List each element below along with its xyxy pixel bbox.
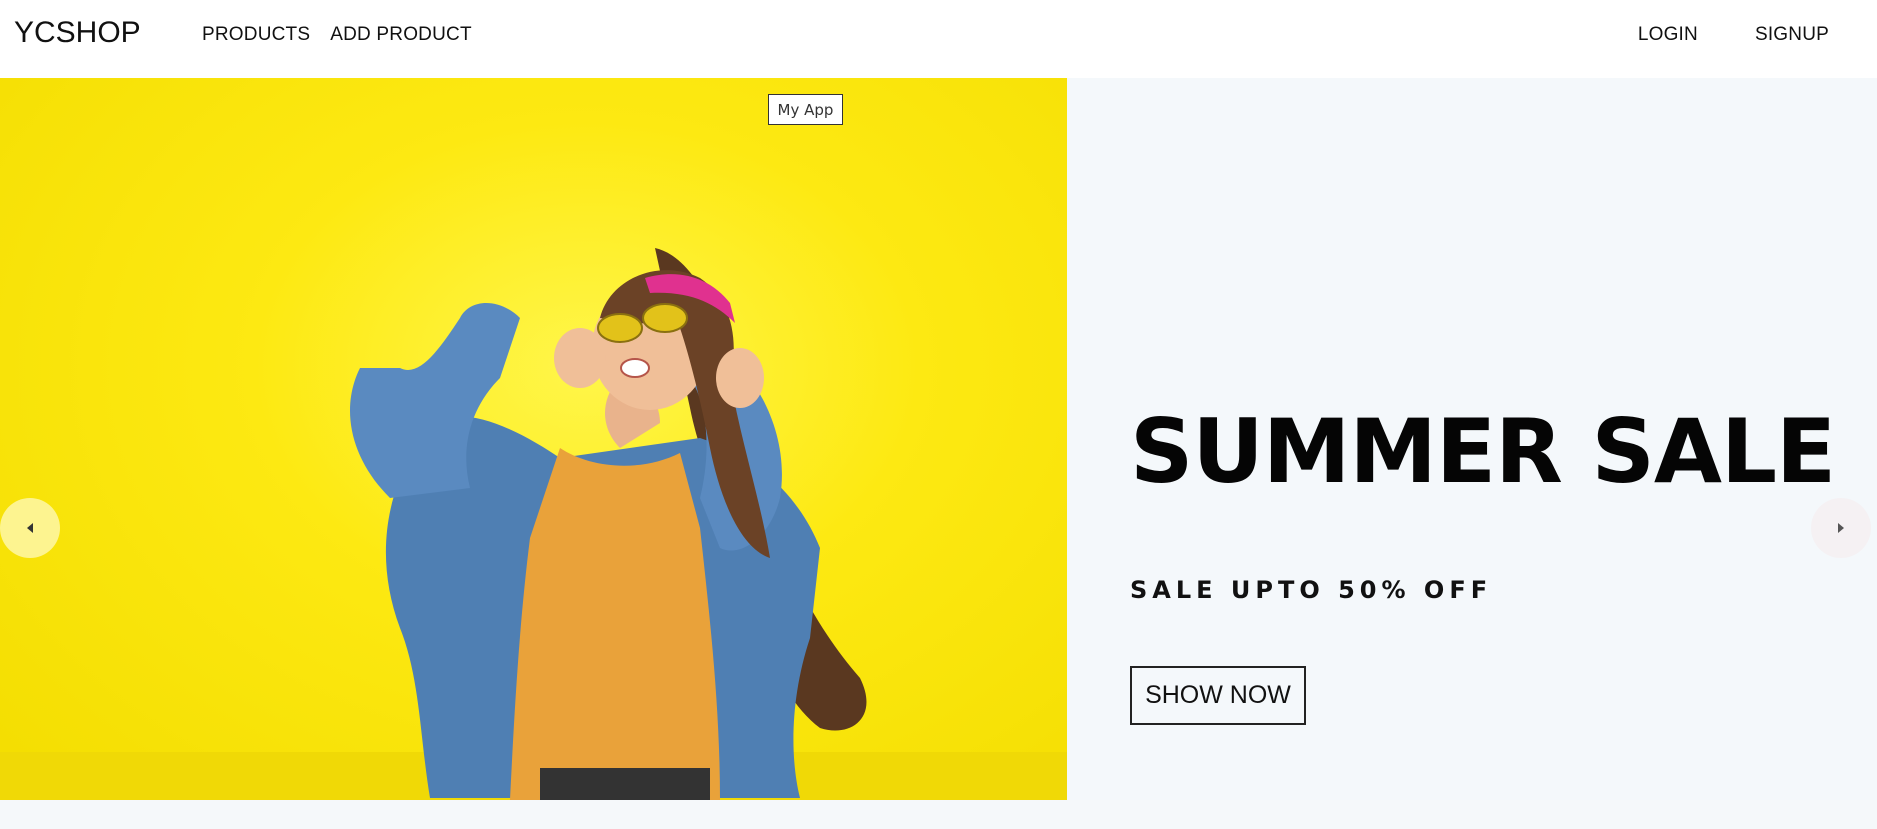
brand-logo[interactable]: YCSHOP (14, 16, 141, 50)
show-now-button[interactable]: SHOW NOW (1130, 666, 1306, 725)
hero-subtitle: SALE UPTO 50% OFF (1130, 576, 1493, 604)
image-tooltip: My App (768, 94, 843, 125)
nav-right: LOGIN SIGNUP (1638, 24, 1829, 46)
hero-slider: My App SUMMER SALE SALE UPTO 50% OFF SHO… (0, 78, 1877, 800)
slider-prev-button[interactable] (0, 498, 60, 558)
navbar: YCSHOP PRODUCTS ADD PRODUCT LOGIN SIGNUP (0, 0, 1877, 78)
arrow-left-icon (27, 523, 33, 533)
nav-link-login[interactable]: LOGIN (1638, 24, 1698, 46)
hero-title: SUMMER SALE (1130, 400, 1836, 503)
arrow-right-icon (1838, 523, 1844, 533)
nav-link-products[interactable]: PRODUCTS (202, 24, 310, 46)
nav-left: PRODUCTS ADD PRODUCT (202, 24, 472, 46)
slider-next-button[interactable] (1811, 498, 1871, 558)
hero-image: My App (0, 78, 1067, 800)
nav-link-signup[interactable]: SIGNUP (1755, 24, 1829, 46)
model-illustration (350, 248, 867, 800)
nav-link-add-product[interactable]: ADD PRODUCT (330, 24, 472, 46)
